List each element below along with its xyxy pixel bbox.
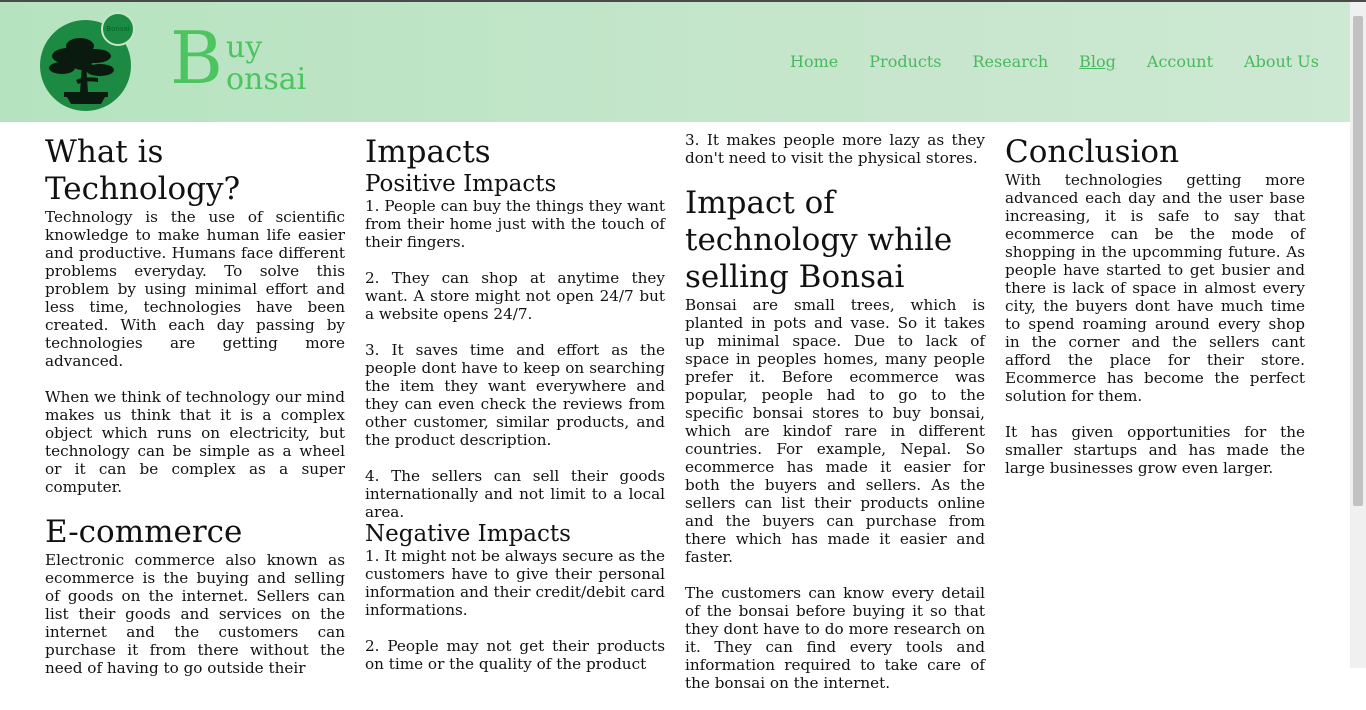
heading-what-is-technology: What is Technology?	[45, 134, 241, 207]
site-header: Bonsai B uy onsai Home Products Research…	[0, 2, 1350, 122]
list-item: 3. It makes people more lazy as they don…	[685, 131, 985, 167]
nav-blog[interactable]: Blog	[1079, 52, 1116, 71]
nav-products[interactable]: Products	[869, 52, 941, 71]
brand-initial: B	[170, 16, 223, 100]
paragraph: Electronic commerce also known as ecomme…	[45, 551, 345, 677]
nav-account[interactable]: Account	[1147, 52, 1213, 71]
column-technology: What is Technology? Technology is the us…	[45, 122, 345, 695]
paragraph: When we think of technology our mind mak…	[45, 388, 345, 496]
nav-about-us[interactable]: About Us	[1244, 52, 1319, 71]
column-impacts: Impacts Positive Impacts 1. People can b…	[365, 122, 665, 691]
scrollbar-thumb[interactable]	[1353, 16, 1363, 506]
heading-impacts: Impacts	[365, 134, 491, 170]
paragraph: Technology is the use of scientific know…	[45, 208, 345, 370]
paragraph: With technologies getting more advanced …	[1005, 171, 1305, 405]
list-item: 4. The sellers can sell their goods inte…	[365, 467, 665, 521]
nav-research[interactable]: Research	[972, 52, 1048, 71]
vertical-scrollbar[interactable]	[1350, 2, 1366, 668]
paragraph: It has given opportunities for the small…	[1005, 423, 1305, 477]
column-bonsai-impact: 3. It makes people more lazy as they don…	[685, 131, 985, 710]
heading-negative-impacts: Negative Impacts	[365, 521, 571, 547]
heading-conclusion: Conclusion	[1005, 134, 1180, 170]
list-item: 1. It might not be always secure as the …	[365, 547, 665, 619]
logo-badge: Bonsai	[101, 12, 135, 46]
paragraph: The customers can know every detail of t…	[685, 584, 985, 692]
nav-home[interactable]: Home	[790, 52, 838, 71]
heading-positive-impacts: Positive Impacts	[365, 171, 557, 197]
heading-ecommerce: E-commerce	[45, 514, 243, 550]
heading-impact-selling-bonsai: Impact of technology while selling Bonsa…	[685, 185, 953, 295]
list-item: 3. It saves time and effort as the peopl…	[365, 341, 665, 449]
column-conclusion: Conclusion With technologies getting mor…	[1005, 122, 1305, 495]
main-nav: Home Products Research Blog Account Abou…	[759, 52, 1319, 71]
list-item: 1. People can buy the things they want f…	[365, 197, 665, 251]
brand-onsai: onsai	[226, 62, 307, 97]
list-item: 2. They can shop at anytime they want. A…	[365, 269, 665, 323]
paragraph: Bonsai are small trees, which is planted…	[685, 296, 985, 566]
brand-uy: uy	[226, 30, 263, 65]
